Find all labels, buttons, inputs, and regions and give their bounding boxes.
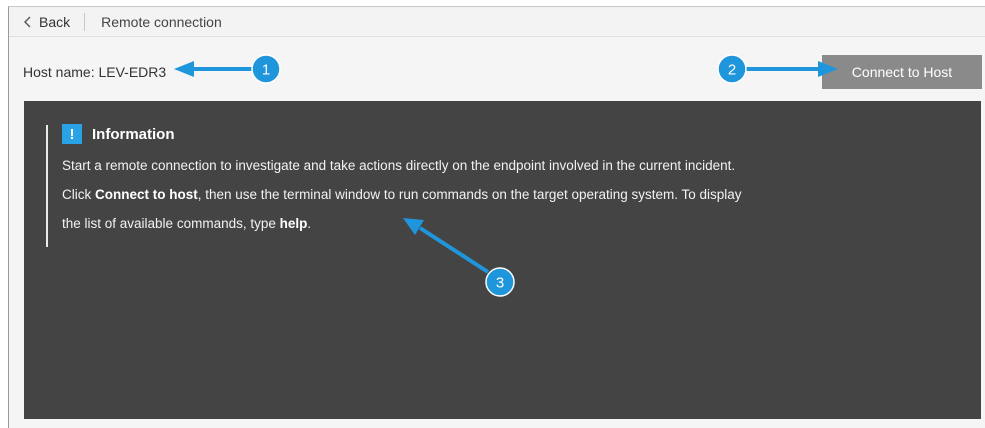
info-line-3-bold: help [279,216,308,231]
info-line-3-pre: the list of available commands, type [62,216,280,231]
info-line-1: Start a remote connection to investigate… [62,157,866,174]
host-name: Host name: LEV-EDR3 [23,64,166,80]
host-name-label: Host name: [23,64,95,80]
info-line-2: Click Connect to host, then use the term… [62,186,866,203]
info-line-3: the list of available commands, type hel… [62,215,866,232]
exclamation-icon: ! [62,124,82,144]
information-notice: ! Information Start a remote connection … [46,123,866,247]
info-line-2-bold: Connect to host [95,187,198,202]
info-line-2-post: , then use the terminal window to run co… [197,187,742,202]
information-title: Information [92,125,175,143]
information-header: ! Information [62,123,866,145]
info-line-3-post: . [307,216,312,231]
terminal-panel[interactable]: ! Information Start a remote connection … [24,101,981,419]
breadcrumb: Remote connection [101,13,222,30]
connect-to-host-button[interactable]: Connect to Host [822,55,982,89]
info-line-2-pre: Click [62,187,95,202]
back-button[interactable]: Back [9,12,86,31]
app-frame: Back Remote connection Host name: LEV-ED… [8,6,985,428]
back-label: Back [39,13,71,30]
info-line-1-text: Start a remote connection to investigate… [62,158,736,173]
chevron-left-icon [24,16,31,27]
host-row: Host name: LEV-EDR3 Connect to Host [9,55,985,95]
host-name-value: LEV-EDR3 [98,64,167,80]
top-bar: Back Remote connection [9,7,985,37]
